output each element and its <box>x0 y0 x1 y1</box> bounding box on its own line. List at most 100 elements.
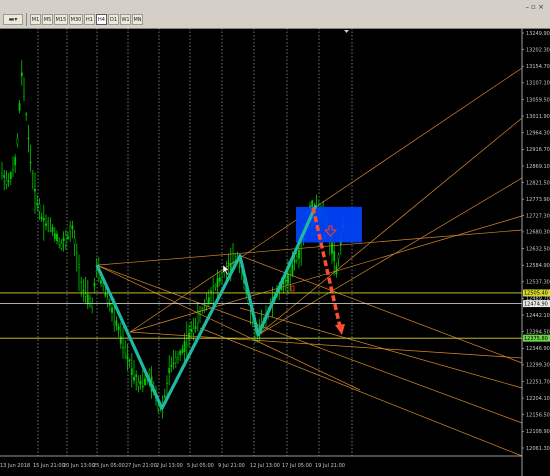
price-tick-label: 12584.90 <box>526 263 550 269</box>
price-tick-label: 13249.90 <box>526 31 550 37</box>
chart-shift-marker-icon <box>344 30 349 33</box>
candle-body <box>60 242 63 249</box>
candle-body <box>214 285 217 287</box>
candle-body <box>287 273 289 284</box>
candle-body <box>86 294 89 305</box>
trendline-fan-2[interactable] <box>129 67 523 333</box>
candle-body <box>130 368 133 376</box>
candle-body <box>73 238 76 245</box>
candle-body <box>177 357 179 360</box>
candle-body <box>284 279 287 282</box>
time-tick-label: 17 Jul 05:00 <box>282 463 312 469</box>
candle-body <box>106 298 109 303</box>
candle-body <box>174 357 177 363</box>
candle-body <box>298 249 300 259</box>
timeframe-m5-button[interactable]: M5 <box>42 14 53 25</box>
forecast-arrow-head[interactable] <box>335 323 345 335</box>
candle-body <box>135 374 138 377</box>
candle-body <box>47 221 50 224</box>
candle-body <box>49 230 52 232</box>
time-tick-label: 5 Jul 05:00 <box>187 463 214 469</box>
candle-body <box>45 223 47 226</box>
price-tag-label: 12375.80 <box>524 336 548 342</box>
candle-body <box>227 262 230 265</box>
candle-body <box>3 175 6 178</box>
price-tick-label: 12680.30 <box>526 230 550 236</box>
candle-body <box>192 328 195 334</box>
time-tick-label: 20 Jun 13:00 <box>63 463 95 469</box>
chart-canvas[interactable]: 12505.4012474.9012375.80 13249.9013202.3… <box>0 28 550 476</box>
candle-body <box>29 162 32 164</box>
timeframe-m1-button[interactable]: M1 <box>30 14 41 25</box>
timeframe-h1-button[interactable]: H1 <box>84 14 95 25</box>
price-tick-label: 12204.10 <box>526 396 550 402</box>
fan-lines[interactable] <box>96 67 523 457</box>
candle-body <box>190 329 193 332</box>
candle-body <box>75 251 78 254</box>
price-chart[interactable]: 12505.40 12474.90 12375.80 13249.90 13202.3… <box>0 28 550 476</box>
candle-body <box>64 233 67 246</box>
timeframe-mn-button[interactable]: MN <box>132 14 143 25</box>
timeframe-w1-button[interactable]: W1 <box>120 14 131 25</box>
candle-body <box>128 359 131 362</box>
price-tick-label: 13202.30 <box>526 47 550 53</box>
candle-body <box>117 326 120 330</box>
candle-body <box>80 281 83 283</box>
candle-body <box>137 382 140 387</box>
candle-body <box>34 188 36 192</box>
price-tick-label: 12489.70 <box>526 296 550 302</box>
trendline-fan-8[interactable] <box>239 307 523 389</box>
window-controls[interactable]: – ▫ × <box>525 3 544 11</box>
candle-body <box>133 376 135 381</box>
candle-body <box>82 290 85 292</box>
candle-body <box>139 380 142 385</box>
candle-body <box>71 225 74 230</box>
time-tick-label: 9 Jul 21:00 <box>218 463 245 469</box>
candle-body <box>185 344 188 347</box>
candle-body <box>291 264 294 276</box>
price-axis[interactable]: 13249.90 13202.30 13154.70 13107.10 13059.50… <box>521 28 550 476</box>
candle-body <box>40 216 43 220</box>
candle-body <box>84 294 87 297</box>
price-tick-label: 12964.30 <box>526 131 550 137</box>
candle-body <box>194 326 197 329</box>
candle-body <box>172 362 175 365</box>
candle-body <box>51 227 54 232</box>
timeframe-m15-button[interactable]: M15 <box>54 14 68 25</box>
timeframe-m30-button[interactable]: M30 <box>69 14 83 25</box>
price-tick-label: 12346.90 <box>526 346 550 352</box>
candle-body <box>1 173 3 176</box>
candle-body <box>27 137 30 140</box>
time-axis[interactable]: 13 Jun 2018 15 Jun 21:0020 Jun 13:0025 Ju… <box>0 455 522 469</box>
candle-body <box>126 355 129 360</box>
timeframe-d1-button[interactable]: D1 <box>108 14 119 25</box>
candle-body <box>179 351 182 356</box>
candle-body <box>95 270 98 272</box>
time-tick-label: 13 Jun 2018 <box>0 463 30 469</box>
price-tick-label: 13154.70 <box>526 64 550 70</box>
candle-body <box>115 320 118 326</box>
price-tick-label: 12632.50 <box>526 246 550 252</box>
time-tick-label: 12 Jul 13:00 <box>250 463 280 469</box>
trendline-fan-9[interactable] <box>239 255 523 364</box>
trendline-fan-6[interactable] <box>257 177 523 336</box>
fractal-marker-icon <box>290 285 295 292</box>
candle-body <box>207 297 210 303</box>
candle-body <box>14 157 17 166</box>
candle-body <box>25 113 28 116</box>
candle-body <box>216 278 219 288</box>
candle-body <box>42 218 45 221</box>
candle-body <box>23 92 25 97</box>
candle-body <box>12 169 14 172</box>
price-tag-label: 12474.90 <box>524 301 548 307</box>
price-tick-label: 12156.50 <box>526 413 550 419</box>
timeframe-h4-button[interactable]: H4 <box>96 14 107 25</box>
candle-body <box>31 173 34 176</box>
trading-terminal: ▬▾ M1 M5 M15 M30 H1 H4 D1 W1 MN – ▫ × 12505.40 12… <box>0 0 550 476</box>
candle-body <box>188 332 190 338</box>
line-style-dropdown[interactable]: ▬▾ <box>3 14 23 25</box>
price-tick-label: 12916.70 <box>526 147 550 153</box>
candle-body <box>210 290 212 292</box>
candle-body <box>141 385 144 388</box>
price-tick-label: 12061.30 <box>526 446 550 452</box>
